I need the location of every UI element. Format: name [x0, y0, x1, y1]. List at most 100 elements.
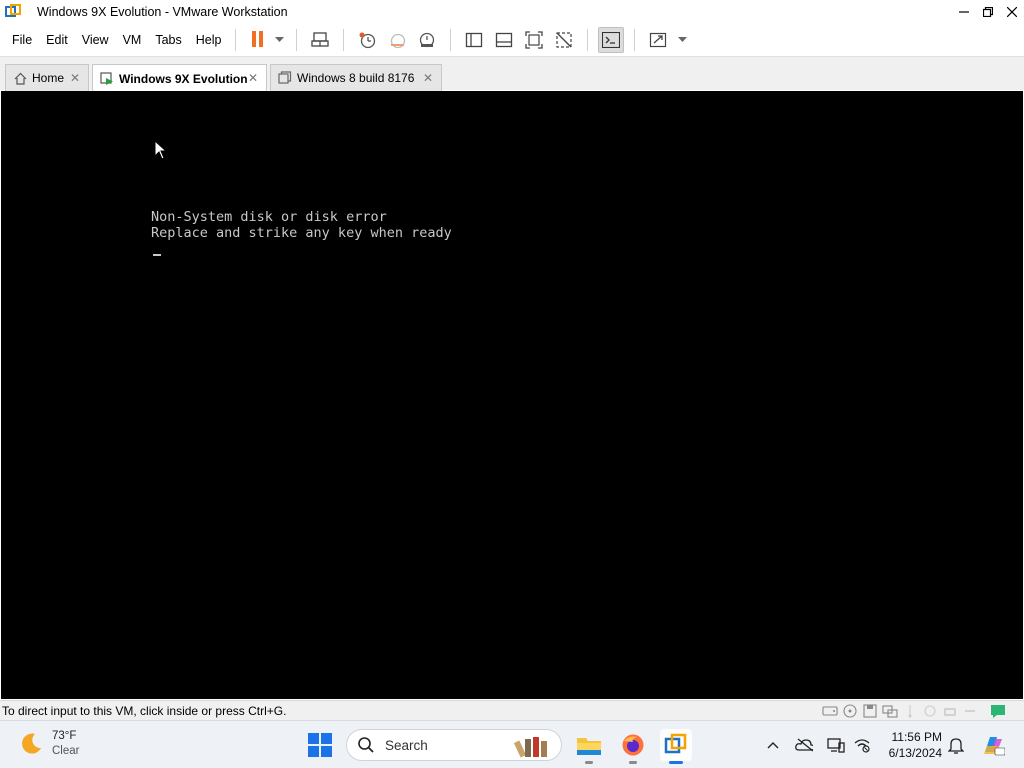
thumbnail-bar-button[interactable]	[491, 27, 517, 53]
full-screen-button[interactable]	[521, 27, 547, 53]
show-library-icon	[466, 32, 483, 48]
unity-icon	[556, 32, 573, 48]
vmware-icon	[664, 733, 687, 754]
printer-icon[interactable]	[942, 703, 958, 718]
message-log-icon[interactable]	[990, 703, 1006, 718]
tab-label: Home	[32, 71, 65, 85]
onedrive-offline-icon[interactable]	[795, 736, 813, 754]
menu-view[interactable]: View	[76, 33, 115, 47]
copilot-icon[interactable]	[980, 733, 1006, 757]
close-button[interactable]	[1000, 0, 1024, 24]
tab-label: Windows 8 build 8176	[297, 71, 415, 85]
windows-logo-icon	[308, 733, 319, 744]
hard-disk-icon[interactable]	[822, 703, 838, 718]
toolbar-separator	[634, 29, 636, 51]
console-line-2: Replace and strike any key when ready	[151, 225, 452, 241]
minimize-icon	[959, 11, 969, 13]
moon-icon	[22, 733, 41, 754]
unity-button[interactable]	[551, 27, 577, 53]
vm-running-icon	[100, 71, 114, 86]
taskbar-search-box[interactable]: Search	[346, 729, 562, 761]
vm-console-screen[interactable]: Non-System disk or disk error Replace and…	[1, 91, 1023, 699]
display-devices-icon[interactable]	[827, 736, 845, 754]
vmware-window: Windows 9X Evolution - VMware Workstatio…	[0, 0, 1024, 720]
firefox-icon	[622, 734, 644, 756]
close-tab-icon[interactable]: ✕	[248, 71, 258, 85]
restore-button[interactable]	[976, 0, 1000, 24]
console-view-icon	[602, 32, 621, 48]
minimize-button[interactable]	[952, 0, 976, 24]
cd-dvd-icon[interactable]	[842, 703, 858, 718]
menu-tabs[interactable]: Tabs	[149, 33, 187, 47]
toolbar-separator	[450, 29, 452, 51]
network-disconnected-icon[interactable]	[853, 736, 871, 754]
send-ctrl-alt-del-icon	[311, 32, 330, 47]
toolbar-separator	[296, 29, 298, 51]
stretch-guest-button[interactable]	[645, 27, 671, 53]
tab-windows-9x-evolution[interactable]: Windows 9X Evolution ✕	[92, 64, 267, 92]
tab-label: Windows 9X Evolution	[119, 71, 248, 86]
text-cursor	[153, 254, 161, 256]
status-bar: To direct input to this VM, click inside…	[0, 700, 1024, 720]
send-ctrl-alt-del-button[interactable]	[307, 27, 333, 53]
revert-snapshot-button[interactable]	[384, 27, 410, 53]
display-icon[interactable]	[962, 703, 978, 718]
menu-toolbar: File Edit View VM Tabs Help	[0, 24, 1024, 56]
network-adapter-icon[interactable]	[882, 703, 898, 718]
close-tab-icon[interactable]: ✕	[70, 71, 80, 85]
usb-icon[interactable]	[902, 703, 918, 718]
power-dropdown-button[interactable]	[272, 27, 286, 53]
search-icon	[358, 737, 374, 753]
file-explorer-app[interactable]	[573, 729, 605, 764]
toolbar-separator	[235, 29, 237, 51]
close-icon	[1007, 7, 1017, 17]
chevron-up-icon	[767, 742, 779, 749]
menu-vm[interactable]: VM	[117, 33, 148, 47]
menu-file[interactable]: File	[6, 33, 38, 47]
menu-edit[interactable]: Edit	[40, 33, 74, 47]
home-icon	[13, 71, 27, 85]
full-screen-icon	[525, 31, 544, 49]
title-bar[interactable]: Windows 9X Evolution - VMware Workstatio…	[0, 0, 1024, 24]
start-button[interactable]	[308, 733, 332, 757]
thumbnail-bar-icon	[496, 32, 513, 48]
status-hint: To direct input to this VM, click inside…	[2, 703, 287, 718]
revert-snapshot-icon	[391, 33, 406, 49]
search-label: Search	[385, 737, 428, 753]
floppy-icon[interactable]	[862, 703, 878, 718]
snapshot-manager-icon	[420, 32, 435, 48]
toolbar-separator	[587, 29, 589, 51]
show-library-button[interactable]	[461, 27, 487, 53]
weather-temperature: 73°F	[52, 730, 77, 742]
tab-bar: Home ✕ Windows 9X Evolution ✕ Windows 8 …	[0, 56, 1024, 92]
stretch-dropdown-button[interactable]	[675, 27, 689, 53]
clock-date: 6/13/2024	[888, 746, 942, 760]
menu-help[interactable]: Help	[190, 33, 228, 47]
snapshot-manager-button[interactable]	[414, 27, 440, 53]
pause-button[interactable]	[246, 27, 268, 53]
vmware-app-icon[interactable]	[5, 4, 21, 20]
system-clock[interactable]: 11:56 PM 6/13/2024	[884, 729, 942, 761]
device-status-icons	[822, 703, 1006, 718]
chevron-down-icon	[274, 37, 284, 42]
notifications-bell-icon[interactable]	[947, 736, 965, 754]
sound-card-icon[interactable]	[922, 703, 938, 718]
tab-home[interactable]: Home ✕	[5, 64, 89, 91]
pause-icon	[250, 30, 264, 50]
vmware-workstation-app[interactable]	[660, 729, 692, 764]
close-tab-icon[interactable]: ✕	[423, 71, 433, 85]
weather-condition: Clear	[52, 745, 80, 757]
vm-icon	[278, 71, 292, 85]
mouse-pointer-icon	[154, 140, 168, 160]
console-output: Non-System disk or disk error Replace and…	[151, 209, 452, 241]
clock-time: 11:56 PM	[891, 730, 942, 744]
show-hidden-icons-button[interactable]	[764, 736, 782, 754]
console-view-button[interactable]	[598, 27, 625, 53]
weather-widget[interactable]: 73°F Clear	[18, 729, 79, 759]
console-line-1: Non-System disk or disk error	[151, 209, 387, 225]
take-snapshot-button[interactable]	[354, 27, 380, 53]
snapshot-icon	[359, 32, 376, 49]
tab-windows-8-build-8176[interactable]: Windows 8 build 8176 ✕	[270, 64, 442, 91]
window-title: Windows 9X Evolution - VMware Workstatio…	[37, 5, 288, 19]
firefox-app[interactable]	[617, 729, 649, 764]
